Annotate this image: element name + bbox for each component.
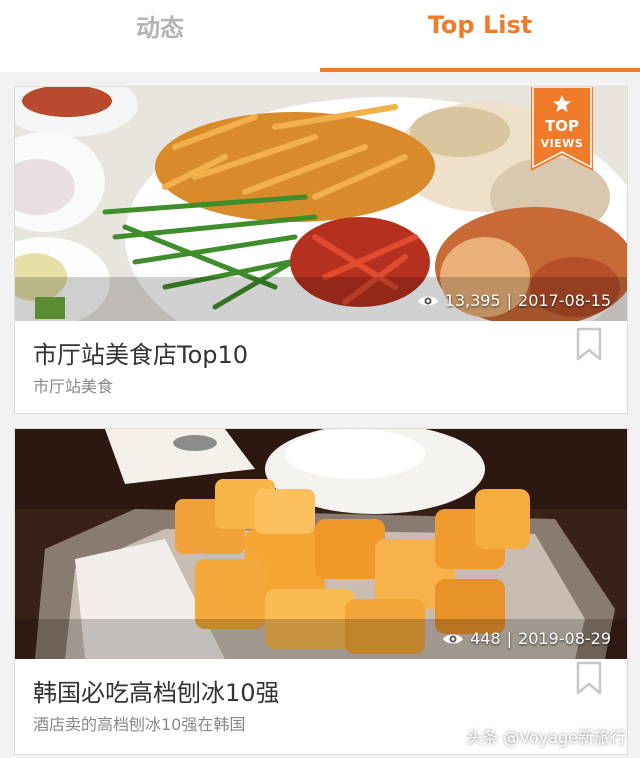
tab-activity[interactable]: 动态 — [0, 0, 320, 50]
top-views-badge: TOP VIEWS — [531, 87, 593, 171]
list-card-2[interactable]: 448 | 2019-08-29 韩国必吃高档刨冰10强 酒店卖的高档刨冰10强… — [14, 428, 628, 755]
tab-bar: 动态 Top List — [0, 0, 640, 72]
card-title: 市厅站美食店Top10 — [33, 341, 249, 369]
eye-icon — [443, 634, 464, 643]
view-count: 448 — [470, 629, 501, 648]
watermark: 头条 @Voyage新旅行 — [466, 728, 626, 747]
card-photo-2 — [15, 429, 627, 659]
list-card-1[interactable]: TOP VIEWS 13,395 | 2017-08-15 市厅站美食店Top1… — [14, 86, 628, 414]
eye-icon — [417, 296, 438, 305]
badge-views-label: VIEWS — [540, 137, 584, 150]
card-subtitle: 酒店卖的高档刨冰10强在韩国 — [33, 715, 246, 734]
card-subtitle: 市厅站美食 — [33, 377, 114, 396]
tab-top-list[interactable]: Top List — [320, 0, 640, 50]
view-stats: 448 | 2019-08-29 — [442, 629, 611, 648]
view-stats: 13,395 | 2017-08-15 — [417, 291, 611, 310]
bookmark-icon[interactable] — [575, 327, 603, 361]
badge-top-label: TOP — [545, 117, 579, 135]
card-title: 韩国必吃高档刨冰10强 — [33, 679, 280, 707]
post-date: 2019-08-29 — [518, 629, 611, 648]
view-count: 13,395 — [444, 291, 501, 310]
meta-separator: | — [506, 629, 513, 648]
post-date: 2017-08-15 — [518, 291, 611, 310]
bookmark-icon[interactable] — [575, 661, 603, 695]
active-tab-indicator — [320, 68, 640, 72]
meta-separator: | — [506, 291, 513, 310]
